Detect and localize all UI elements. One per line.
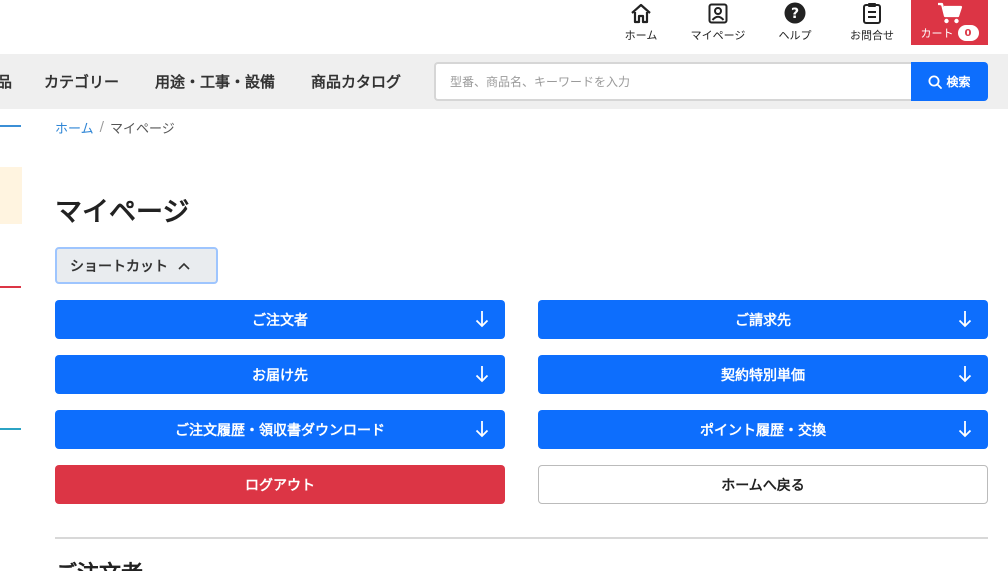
- arrow-down-icon: [958, 421, 972, 438]
- logout-button-label: ログアウト: [245, 477, 315, 494]
- search-button-label: 検索: [946, 75, 971, 89]
- back-home-button-label: ホームへ戻る: [721, 477, 805, 494]
- help-label: ヘルプ: [778, 29, 812, 42]
- sidebar-highlight-panel: [0, 167, 22, 224]
- clipboard-icon: [862, 0, 882, 24]
- arrow-down-icon: [475, 421, 489, 438]
- search-box: [434, 62, 912, 101]
- search-button[interactable]: 検索: [911, 62, 988, 101]
- orderer-section-heading: ご注文者: [55, 556, 143, 571]
- shipping-address-button-label: お届け先: [252, 367, 308, 384]
- billing-address-button[interactable]: ご請求先: [538, 300, 988, 339]
- orderer-button-label: ご注文者: [252, 312, 308, 329]
- section-divider: [55, 537, 988, 539]
- arrow-down-icon: [958, 311, 972, 328]
- sidebar-divider: [0, 286, 21, 288]
- breadcrumb-current: マイページ: [110, 122, 175, 137]
- cart-row: カート 0: [921, 25, 979, 41]
- breadcrumb: ホーム / マイページ: [55, 118, 175, 137]
- point-history-button[interactable]: ポイント履歴・交換: [538, 410, 988, 449]
- shipping-address-button[interactable]: お届け先: [55, 355, 505, 394]
- top-header: ホーム マイページ ? ヘルプ お問合せ カート 0: [0, 0, 1008, 54]
- shortcut-toggle-button[interactable]: ショートカット: [55, 247, 218, 284]
- logout-button[interactable]: ログアウト: [55, 465, 505, 504]
- search-icon: [928, 75, 943, 89]
- special-price-button-label: 契約特別単価: [721, 367, 805, 384]
- svg-text:?: ?: [791, 6, 799, 22]
- cart-icon: [937, 0, 963, 24]
- billing-address-button-label: ご請求先: [735, 312, 791, 329]
- search-input[interactable]: [450, 74, 912, 89]
- arrow-down-icon: [475, 366, 489, 383]
- cart-label: カート: [920, 27, 954, 40]
- orderer-button[interactable]: ご注文者: [55, 300, 505, 339]
- home-link[interactable]: ホーム: [621, 0, 661, 44]
- page-title: マイページ: [55, 197, 190, 228]
- cart-button[interactable]: カート 0: [911, 0, 988, 45]
- mypage-label: マイページ: [690, 29, 746, 42]
- mypage-link[interactable]: マイページ: [688, 0, 748, 44]
- arrow-down-icon: [475, 311, 489, 328]
- cart-count-badge: 0: [957, 25, 979, 41]
- breadcrumb-home-link[interactable]: ホーム: [55, 118, 94, 137]
- contact-label: お問合せ: [850, 29, 894, 42]
- user-icon: [708, 0, 728, 24]
- help-icon: ?: [784, 0, 806, 24]
- chevron-up-icon: [178, 262, 190, 270]
- contact-link[interactable]: お問合せ: [846, 0, 898, 44]
- order-history-button[interactable]: ご注文履歴・領収書ダウンロード: [55, 410, 505, 449]
- shortcut-label: ショートカット: [70, 258, 168, 275]
- nav-item-products[interactable]: 品: [0, 71, 12, 92]
- special-price-button[interactable]: 契約特別単価: [538, 355, 988, 394]
- sidebar-divider: [0, 125, 21, 127]
- breadcrumb-separator: /: [99, 120, 105, 135]
- back-home-button[interactable]: ホームへ戻る: [538, 465, 988, 504]
- point-history-button-label: ポイント履歴・交換: [700, 422, 826, 439]
- help-link[interactable]: ? ヘルプ: [775, 0, 815, 44]
- sidebar-divider: [0, 428, 21, 430]
- home-label: ホーム: [624, 29, 658, 42]
- nav-item-catalog[interactable]: 商品カタログ: [311, 71, 401, 92]
- home-icon: [630, 0, 652, 24]
- order-history-button-label: ご注文履歴・領収書ダウンロード: [175, 422, 385, 439]
- nav-item-category[interactable]: カテゴリー: [44, 71, 119, 92]
- arrow-down-icon: [958, 366, 972, 383]
- nav-item-usage[interactable]: 用途・工事・設備: [155, 71, 275, 92]
